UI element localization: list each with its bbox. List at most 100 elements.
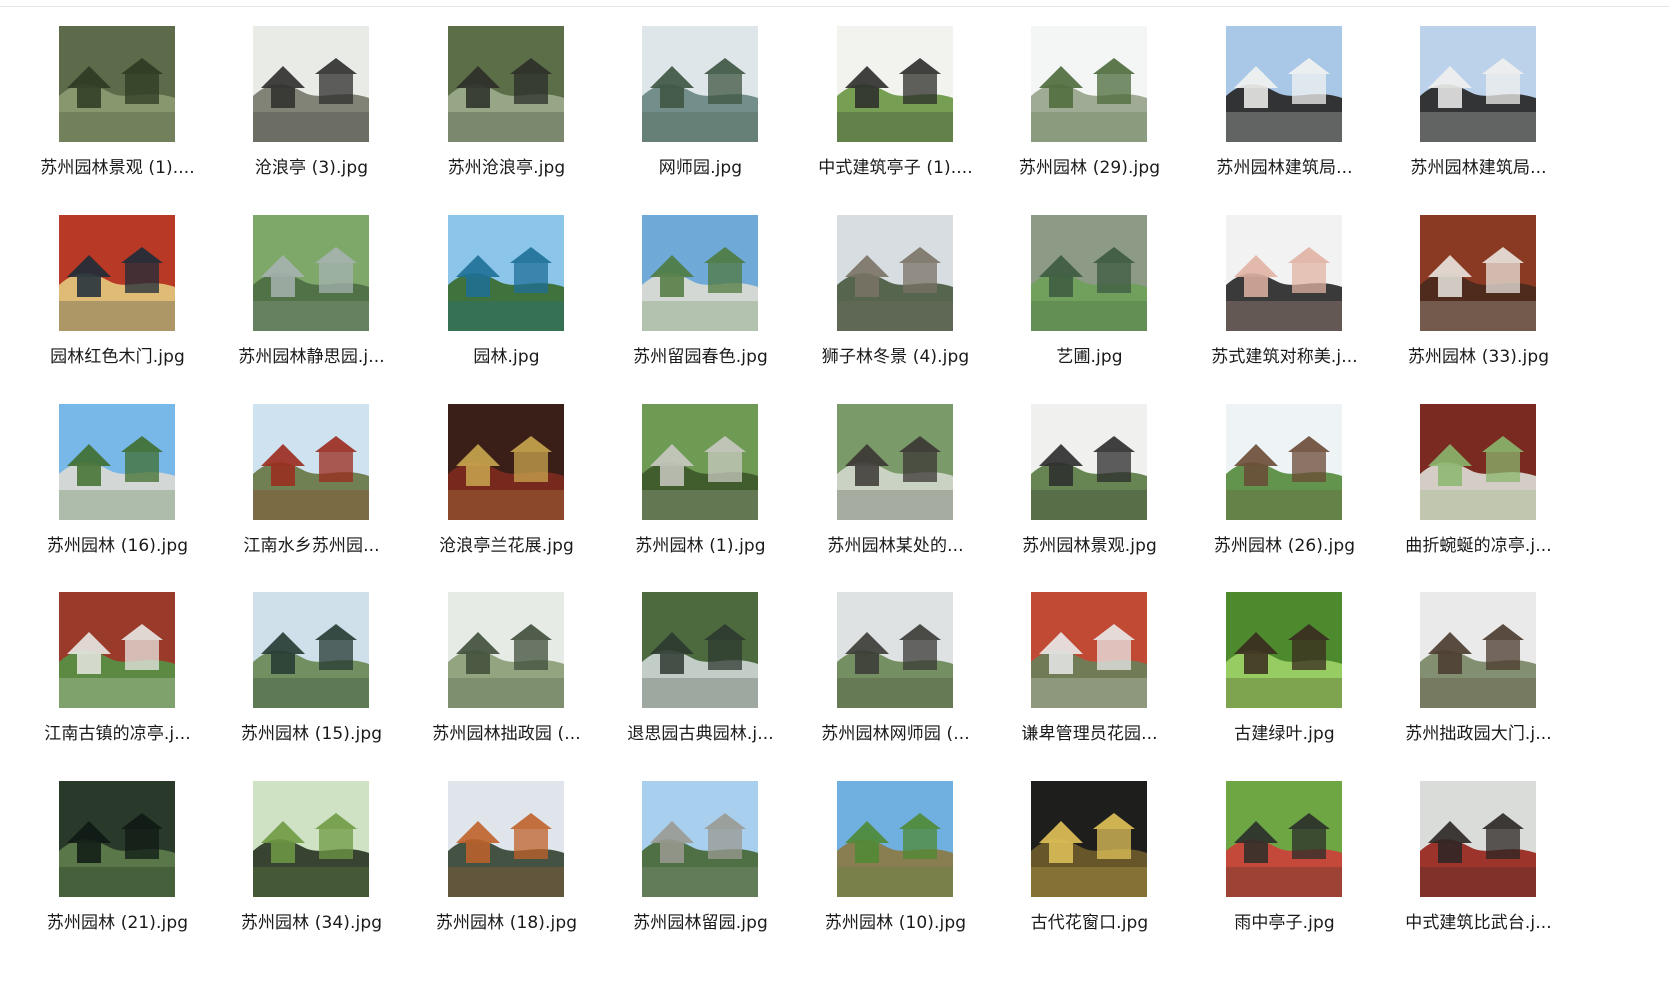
file-thumbnail[interactable] — [642, 215, 758, 331]
file-item[interactable]: 园林.jpg — [409, 195, 604, 370]
file-thumbnail[interactable] — [1226, 215, 1342, 331]
file-item[interactable]: 苏州园林 (26).jpg — [1187, 384, 1382, 559]
file-item[interactable]: 艺圃.jpg — [992, 195, 1187, 370]
file-thumbnail[interactable] — [253, 404, 369, 520]
file-thumbnail[interactable] — [1031, 26, 1147, 142]
file-item[interactable]: 江南古镇的凉亭.j... — [20, 572, 215, 747]
file-item[interactable]: 苏州园林某处的... — [798, 384, 993, 559]
file-name-label: 雨中亭子.jpg — [1234, 913, 1335, 933]
file-item[interactable]: 沧浪亭 (3).jpg — [214, 6, 409, 181]
file-item[interactable]: 苏州园林 (29).jpg — [992, 6, 1187, 181]
file-grid: 苏州园林景观 (1).... 沧浪亭 (3).jpg 苏州沧浪亭.jpg 网师园.jp… — [0, 0, 1669, 1003]
file-item[interactable]: 雨中亭子.jpg — [1187, 761, 1382, 936]
file-item[interactable]: 网师园.jpg — [603, 6, 798, 181]
file-item[interactable]: 苏州拙政园大门.j... — [1381, 572, 1576, 747]
file-name-label: 苏式建筑对称美.j... — [1211, 347, 1358, 367]
file-item[interactable]: 苏州沧浪亭.jpg — [409, 6, 604, 181]
file-item[interactable]: 古建绿叶.jpg — [1187, 572, 1382, 747]
file-item[interactable]: 苏州园林 (16).jpg — [20, 384, 215, 559]
image-file-icon — [1420, 26, 1536, 142]
file-item[interactable]: 苏州园林 (21).jpg — [20, 761, 215, 936]
file-item[interactable]: 沧浪亭兰花展.jpg — [409, 384, 604, 559]
image-file-icon — [1420, 215, 1536, 331]
file-item[interactable]: 苏州园林 (33).jpg — [1381, 195, 1576, 370]
file-thumbnail[interactable] — [448, 215, 564, 331]
image-file-icon — [448, 592, 564, 708]
file-thumbnail[interactable] — [642, 592, 758, 708]
image-file-icon — [1031, 592, 1147, 708]
file-thumbnail[interactable] — [253, 26, 369, 142]
file-thumbnail[interactable] — [59, 404, 175, 520]
file-item[interactable]: 苏州园林拙政园 (... — [409, 572, 604, 747]
file-thumbnail[interactable] — [1031, 592, 1147, 708]
file-thumbnail[interactable] — [253, 781, 369, 897]
file-thumbnail[interactable] — [253, 215, 369, 331]
file-item[interactable]: 谦卑管理员花园... — [992, 572, 1187, 747]
file-thumbnail[interactable] — [1226, 781, 1342, 897]
file-item[interactable]: 曲折蜿蜒的凉亭.j... — [1381, 384, 1576, 559]
file-thumbnail[interactable] — [1420, 781, 1536, 897]
file-thumbnail[interactable] — [837, 781, 953, 897]
image-file-icon — [1420, 404, 1536, 520]
file-thumbnail[interactable] — [1031, 404, 1147, 520]
file-item[interactable]: 江南水乡苏州园... — [214, 384, 409, 559]
file-item[interactable]: 苏州园林建筑局... — [1187, 6, 1382, 181]
file-item[interactable]: 园林红色木门.jpg — [20, 195, 215, 370]
file-thumbnail[interactable] — [1031, 781, 1147, 897]
file-thumbnail[interactable] — [448, 404, 564, 520]
file-item[interactable]: 退思园古典园林.j... — [603, 572, 798, 747]
file-item[interactable]: 苏州留园春色.jpg — [603, 195, 798, 370]
image-file-icon — [837, 781, 953, 897]
file-thumbnail[interactable] — [1226, 592, 1342, 708]
image-file-icon — [59, 26, 175, 142]
image-file-icon — [1031, 26, 1147, 142]
file-thumbnail[interactable] — [448, 592, 564, 708]
file-thumbnail[interactable] — [59, 592, 175, 708]
file-thumbnail[interactable] — [448, 781, 564, 897]
file-item[interactable]: 苏州园林静思园.j... — [214, 195, 409, 370]
file-name-label: 苏州园林建筑局... — [1410, 158, 1547, 178]
file-item[interactable]: 苏州园林 (15).jpg — [214, 572, 409, 747]
file-thumbnail[interactable] — [59, 781, 175, 897]
file-item[interactable]: 苏州园林 (10).jpg — [798, 761, 993, 936]
file-thumbnail[interactable] — [837, 592, 953, 708]
file-thumbnail[interactable] — [1420, 215, 1536, 331]
file-thumbnail[interactable] — [642, 26, 758, 142]
file-name-label: 苏州拙政园大门.j... — [1405, 724, 1552, 744]
file-item[interactable]: 苏州园林景观 (1).... — [20, 6, 215, 181]
file-thumbnail[interactable] — [1420, 26, 1536, 142]
file-thumbnail[interactable] — [837, 26, 953, 142]
image-file-icon — [1031, 781, 1147, 897]
file-thumbnail[interactable] — [59, 215, 175, 331]
file-name-label: 谦卑管理员花园... — [1021, 724, 1158, 744]
file-thumbnail[interactable] — [1031, 215, 1147, 331]
file-item[interactable]: 苏州园林 (34).jpg — [214, 761, 409, 936]
file-item[interactable]: 狮子林冬景 (4).jpg — [798, 195, 993, 370]
file-thumbnail[interactable] — [448, 26, 564, 142]
file-item[interactable]: 苏式建筑对称美.j... — [1187, 195, 1382, 370]
file-item[interactable]: 中式建筑亭子 (1).... — [798, 6, 993, 181]
file-item[interactable]: 苏州园林网师园 (... — [798, 572, 993, 747]
file-thumbnail[interactable] — [642, 404, 758, 520]
file-thumbnail[interactable] — [642, 781, 758, 897]
image-file-icon — [253, 26, 369, 142]
file-thumbnail[interactable] — [837, 215, 953, 331]
file-item[interactable]: 苏州园林景观.jpg — [992, 384, 1187, 559]
file-item[interactable]: 苏州园林留园.jpg — [603, 761, 798, 936]
file-thumbnail[interactable] — [1420, 404, 1536, 520]
file-item[interactable]: 苏州园林 (18).jpg — [409, 761, 604, 936]
file-item[interactable]: 古代花窗口.jpg — [992, 761, 1187, 936]
image-file-icon — [59, 592, 175, 708]
image-file-icon — [1031, 404, 1147, 520]
file-item[interactable]: 中式建筑比武台.j... — [1381, 761, 1576, 936]
image-file-icon — [448, 215, 564, 331]
image-file-icon — [1420, 781, 1536, 897]
file-item[interactable]: 苏州园林 (1).jpg — [603, 384, 798, 559]
file-thumbnail[interactable] — [59, 26, 175, 142]
file-thumbnail[interactable] — [1420, 592, 1536, 708]
file-thumbnail[interactable] — [253, 592, 369, 708]
file-item[interactable]: 苏州园林建筑局... — [1381, 6, 1576, 181]
file-thumbnail[interactable] — [837, 404, 953, 520]
file-thumbnail[interactable] — [1226, 404, 1342, 520]
file-thumbnail[interactable] — [1226, 26, 1342, 142]
